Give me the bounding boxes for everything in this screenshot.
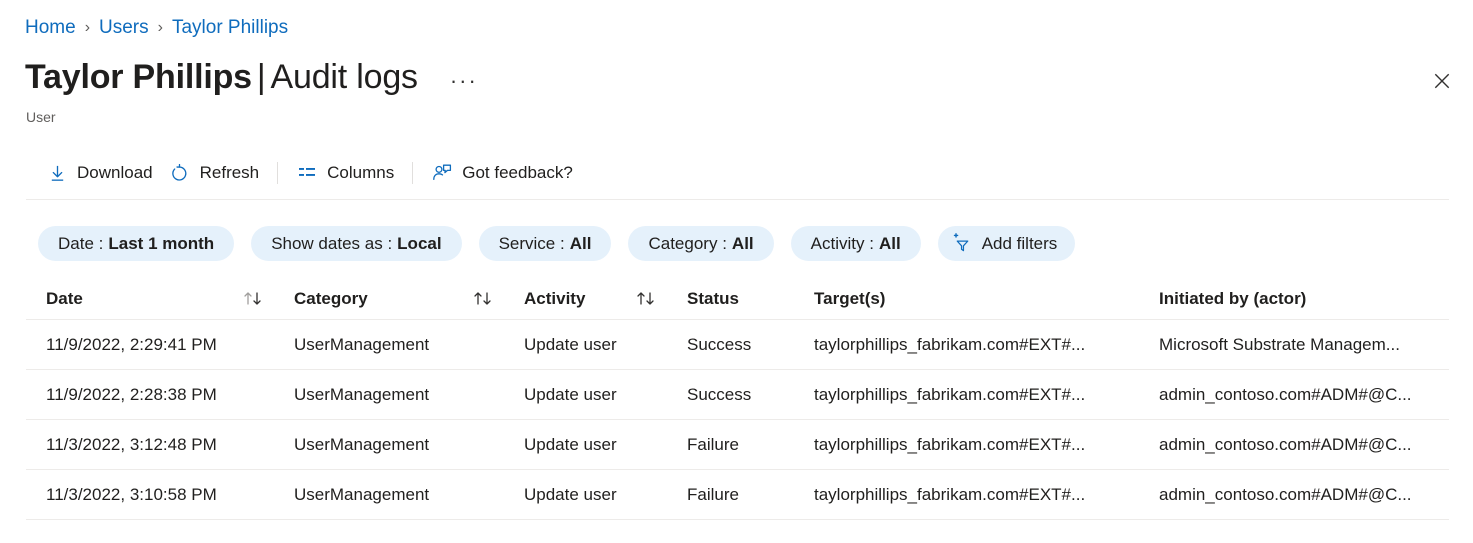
cell-category: UserManagement bbox=[294, 384, 524, 406]
cell-date: 11/9/2022, 2:29:41 PM bbox=[26, 334, 294, 356]
page-title-row: Taylor Phillips|Audit logs ··· bbox=[25, 55, 484, 99]
cell-category: UserManagement bbox=[294, 334, 524, 356]
table-row[interactable]: 11/9/2022, 2:28:38 PM UserManagement Upd… bbox=[26, 370, 1449, 420]
command-bar-divider bbox=[26, 199, 1449, 200]
page-title: Taylor Phillips|Audit logs bbox=[25, 55, 418, 99]
filter-pill-activity-name: Activity bbox=[811, 233, 865, 255]
cell-status: Failure bbox=[687, 484, 814, 506]
refresh-label: Refresh bbox=[200, 162, 260, 184]
filter-pill-category-separator: : bbox=[722, 233, 727, 255]
toolbar-divider bbox=[412, 162, 413, 184]
breadcrumb-item-home[interactable]: Home bbox=[25, 16, 76, 40]
column-header-target: Target(s) bbox=[814, 288, 1159, 310]
breadcrumb-item-users[interactable]: Users bbox=[99, 16, 149, 40]
add-filter-funnel-icon bbox=[952, 233, 974, 255]
filter-pill-date-value: Last 1 month bbox=[108, 233, 214, 255]
toolbar-divider bbox=[277, 162, 278, 184]
filter-pill-activity-value: All bbox=[879, 233, 901, 255]
cell-target: taylorphillips_fabrikam.com#EXT#... bbox=[814, 484, 1159, 506]
cell-activity: Update user bbox=[524, 334, 687, 356]
page-title-separator: | bbox=[257, 58, 266, 96]
command-bar: Download Refresh Columns bbox=[38, 153, 581, 193]
columns-button[interactable]: Columns bbox=[288, 155, 402, 191]
columns-label: Columns bbox=[327, 162, 394, 184]
column-header-date-label: Date bbox=[46, 288, 83, 310]
filter-pill-service-value: All bbox=[570, 233, 592, 255]
page-title-main: Taylor Phillips bbox=[25, 58, 252, 96]
filter-pill-category-value: All bbox=[732, 233, 754, 255]
filter-pill-date-name: Date bbox=[58, 233, 94, 255]
filter-pill-date[interactable]: Date : Last 1 month bbox=[38, 226, 234, 261]
add-filters-label: Add filters bbox=[982, 233, 1058, 255]
sort-date-icon[interactable] bbox=[242, 290, 264, 307]
filter-pill-show-dates-as-value: Local bbox=[397, 233, 441, 255]
cell-date: 11/3/2022, 3:12:48 PM bbox=[26, 434, 294, 456]
filter-pill-show-dates-as[interactable]: Show dates as : Local bbox=[251, 226, 461, 261]
cell-target: taylorphillips_fabrikam.com#EXT#... bbox=[814, 334, 1159, 356]
table-row[interactable]: 11/9/2022, 2:29:41 PM UserManagement Upd… bbox=[26, 320, 1449, 370]
cell-status: Success bbox=[687, 384, 814, 406]
breadcrumb-item-taylor-phillips[interactable]: Taylor Phillips bbox=[172, 16, 288, 40]
add-filters-button[interactable]: Add filters bbox=[938, 226, 1076, 261]
cell-target: taylorphillips_fabrikam.com#EXT#... bbox=[814, 434, 1159, 456]
filter-pill-service[interactable]: Service : All bbox=[479, 226, 612, 261]
cell-date: 11/3/2022, 3:10:58 PM bbox=[26, 484, 294, 506]
page-subtitle: User bbox=[26, 107, 56, 127]
cell-activity: Update user bbox=[524, 484, 687, 506]
close-icon bbox=[1434, 73, 1450, 89]
more-options-button[interactable]: ··· bbox=[444, 67, 484, 95]
download-button[interactable]: Download bbox=[38, 155, 161, 191]
cell-actor: admin_contoso.com#ADM#@C... bbox=[1159, 434, 1449, 456]
cell-category: UserManagement bbox=[294, 434, 524, 456]
filter-pill-activity-separator: : bbox=[869, 233, 874, 255]
filter-pill-show-dates-as-name: Show dates as bbox=[271, 233, 383, 255]
download-label: Download bbox=[77, 162, 153, 184]
cell-target: taylorphillips_fabrikam.com#EXT#... bbox=[814, 384, 1159, 406]
cell-date: 11/9/2022, 2:28:38 PM bbox=[26, 384, 294, 406]
download-icon bbox=[46, 162, 68, 184]
cell-activity: Update user bbox=[524, 434, 687, 456]
column-header-category-label: Category bbox=[294, 288, 368, 310]
cell-category: UserManagement bbox=[294, 484, 524, 506]
sort-activity-icon[interactable] bbox=[635, 290, 657, 307]
column-header-status: Status bbox=[687, 288, 814, 310]
column-header-activity-label: Activity bbox=[524, 288, 585, 310]
cell-actor: admin_contoso.com#ADM#@C... bbox=[1159, 484, 1449, 506]
columns-icon bbox=[296, 162, 318, 184]
audit-logs-table: Date Category Activity bbox=[26, 278, 1449, 520]
filter-pill-category-name: Category bbox=[648, 233, 717, 255]
cell-status: Success bbox=[687, 334, 814, 356]
breadcrumb-separator-icon: › bbox=[158, 16, 163, 40]
cell-actor: Microsoft Substrate Managem... bbox=[1159, 334, 1449, 356]
close-button[interactable] bbox=[1425, 64, 1459, 98]
got-feedback-button[interactable]: Got feedback? bbox=[423, 155, 581, 191]
filter-pill-service-separator: : bbox=[560, 233, 565, 255]
filter-bar: Date : Last 1 month Show dates as : Loca… bbox=[38, 226, 1075, 261]
cell-status: Failure bbox=[687, 434, 814, 456]
refresh-icon bbox=[169, 162, 191, 184]
column-header-date: Date bbox=[26, 288, 294, 310]
got-feedback-label: Got feedback? bbox=[462, 162, 573, 184]
column-header-activity: Activity bbox=[524, 288, 687, 310]
column-header-actor: Initiated by (actor) bbox=[1159, 288, 1449, 310]
feedback-icon bbox=[431, 162, 453, 184]
filter-pill-category[interactable]: Category : All bbox=[628, 226, 773, 261]
column-header-category: Category bbox=[294, 288, 524, 310]
breadcrumb-separator-icon: › bbox=[85, 16, 90, 40]
sort-category-icon[interactable] bbox=[472, 290, 494, 307]
table-row[interactable]: 11/3/2022, 3:12:48 PM UserManagement Upd… bbox=[26, 420, 1449, 470]
filter-pill-show-dates-as-separator: : bbox=[387, 233, 392, 255]
table-row[interactable]: 11/3/2022, 3:10:58 PM UserManagement Upd… bbox=[26, 470, 1449, 520]
refresh-button[interactable]: Refresh bbox=[161, 155, 268, 191]
breadcrumb: Home › Users › Taylor Phillips bbox=[25, 16, 288, 40]
table-header-row: Date Category Activity bbox=[26, 278, 1449, 320]
filter-pill-activity[interactable]: Activity : All bbox=[791, 226, 921, 261]
page-title-sub: Audit logs bbox=[271, 58, 418, 96]
cell-activity: Update user bbox=[524, 384, 687, 406]
cell-actor: admin_contoso.com#ADM#@C... bbox=[1159, 384, 1449, 406]
filter-pill-service-name: Service bbox=[499, 233, 556, 255]
filter-pill-date-separator: : bbox=[99, 233, 104, 255]
